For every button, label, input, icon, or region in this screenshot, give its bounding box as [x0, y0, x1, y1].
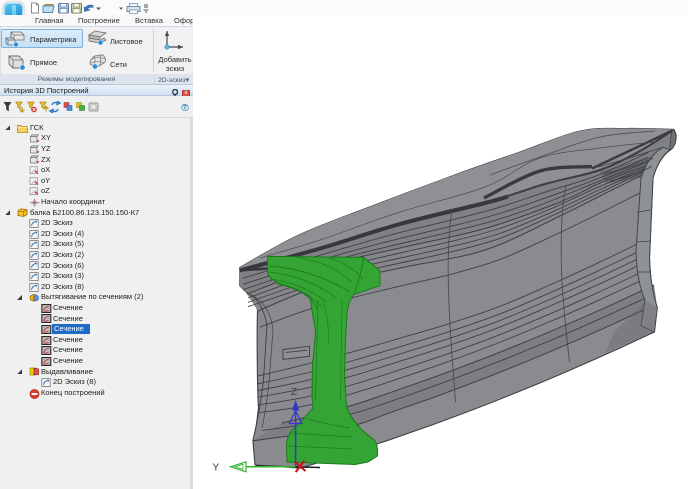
- svg-text:Y: Y: [213, 463, 220, 474]
- svg-text:Z: Z: [291, 387, 297, 398]
